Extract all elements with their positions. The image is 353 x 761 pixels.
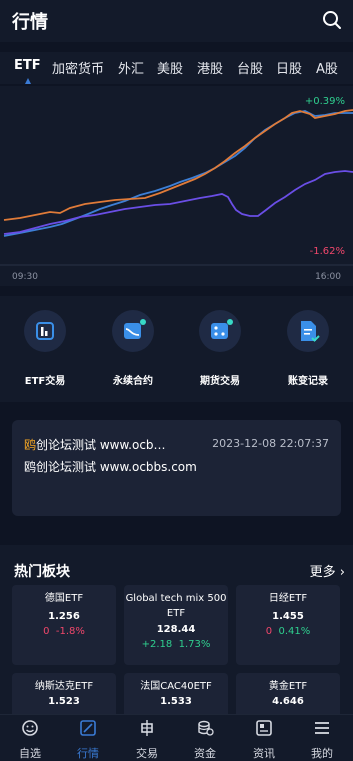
card-price: 128.44	[156, 624, 196, 635]
futures-trade-button[interactable]: 期货交易	[185, 310, 255, 387]
market-tabs: ETF 加密货币 外汇 美股 港股 台股 日股 A股	[0, 52, 353, 84]
card-price: 1.533	[160, 696, 192, 707]
perpetual-contract-label: 永续合约	[113, 376, 153, 387]
tab-watchlist[interactable]: 自选	[1, 719, 59, 761]
tab-mine[interactable]: 我的	[293, 719, 351, 761]
tab-market[interactable]: 行情	[59, 719, 117, 761]
page-title: 行情	[12, 12, 48, 33]
tab-a-stocks[interactable]: A股	[316, 58, 338, 77]
card-name: Global tech mix 500 ETF	[125, 593, 227, 619]
tab-news[interactable]: 资讯	[235, 719, 293, 761]
bottom-tab-bar: 自选 行情 交易 资金 资讯 我的	[0, 714, 353, 761]
etf-trade-label: ETF交易	[24, 376, 66, 387]
tab-etf[interactable]: ETF	[14, 58, 41, 73]
chart-lines	[0, 109, 353, 266]
tab-jp-stocks[interactable]: 日股	[276, 58, 302, 77]
series-blue-line	[3, 110, 353, 237]
menu-icon	[315, 722, 329, 734]
sector-card[interactable]: 日经ETF 1.455 0 0.41%	[236, 585, 340, 665]
trend-curve-icon	[124, 319, 146, 339]
tab-label: 我的	[311, 747, 333, 760]
chart-bars-icon	[36, 322, 54, 340]
etf-trade-button[interactable]: ETF交易	[10, 310, 80, 387]
tab-label: 交易	[136, 747, 158, 760]
futures-trade-label: 期货交易	[200, 376, 240, 387]
news-title-text: 创论坛测试 www.ocb…	[36, 438, 166, 452]
card-name: 法国CAC40ETF	[140, 681, 212, 692]
tab-hk-stocks[interactable]: 港股	[197, 58, 223, 77]
card-change: 0 0.41%	[265, 626, 311, 637]
account-records-button[interactable]: 账变记录	[273, 310, 343, 387]
tab-funds[interactable]: 资金	[176, 719, 234, 761]
perpetual-contract-button[interactable]: 永续合约	[98, 310, 168, 387]
news-timestamp: 2023-12-08 22:07:37	[212, 437, 329, 450]
card-name: 黄金ETF	[268, 681, 308, 692]
news-highlight: 鸥	[24, 438, 37, 452]
card-change: 0 -1.8%	[43, 626, 85, 637]
tab-us-stocks[interactable]: 美股	[157, 58, 183, 77]
hot-sectors: 热门板块 更多 › 德国ETF 1.256 0 -1.8% Global tec…	[0, 545, 353, 723]
sector-card[interactable]: 德国ETF 1.256 0 -1.8%	[12, 585, 116, 665]
chevron-right-icon: ›	[339, 565, 345, 580]
section-title: 热门板块	[14, 564, 70, 580]
tab-label: 资金	[194, 747, 216, 760]
card-price: 1.256	[48, 611, 80, 622]
card-name: 纳斯达克ETF	[34, 681, 94, 692]
tab-forex[interactable]: 外汇	[118, 58, 144, 77]
smile-icon	[22, 720, 38, 736]
news-card[interactable]: 鸥创论坛测试 www.ocb… 2023-12-08 22:07:37 鸥创论坛…	[12, 420, 341, 516]
tab-crypto[interactable]: 加密货币	[52, 58, 104, 77]
news-icon	[256, 720, 272, 736]
card-change: +2.18 1.73%	[141, 639, 211, 650]
time-start-label: 09:30	[12, 272, 38, 282]
chart-edit-icon	[80, 720, 96, 736]
card-name: 德国ETF	[44, 593, 84, 604]
account-records-label: 账变记录	[288, 376, 328, 387]
app-header: 行情	[0, 0, 353, 42]
document-check-icon	[301, 321, 320, 342]
card-price: 4.646	[272, 696, 304, 707]
tab-label: 资讯	[253, 747, 275, 760]
card-name: 日经ETF	[268, 593, 308, 604]
coins-icon	[198, 720, 214, 736]
active-tab-indicator	[25, 78, 31, 84]
tab-tw-stocks[interactable]: 台股	[237, 58, 263, 77]
news-subtitle: 鸥创论坛测试 www.ocbbs.com	[24, 460, 197, 474]
tab-label: 行情	[77, 747, 99, 760]
max-change-label: +0.39%	[304, 96, 345, 107]
candle-icon	[141, 720, 153, 736]
min-change-label: -1.62%	[309, 246, 345, 257]
time-end-label: 16:00	[315, 272, 341, 282]
quick-actions: ETF交易 永续合约 期货交易 账变记录	[0, 296, 353, 402]
more-link[interactable]: 更多 ›	[310, 561, 345, 580]
card-price: 1.523	[48, 696, 80, 707]
sector-card[interactable]: Global tech mix 500 ETF 128.44 +2.18 1.7…	[124, 585, 228, 665]
market-chart: +0.39% -1.62% 09:30 16:00	[0, 86, 353, 286]
more-label: 更多	[309, 565, 336, 580]
search-icon[interactable]	[321, 9, 343, 31]
card-price: 1.455	[272, 611, 304, 622]
tab-label: 自选	[19, 747, 41, 760]
tab-trade[interactable]: 交易	[118, 719, 176, 761]
news-title: 鸥创论坛测试 www.ocb…	[24, 436, 166, 453]
dice-icon	[211, 319, 233, 339]
series-orange-line	[3, 109, 353, 221]
